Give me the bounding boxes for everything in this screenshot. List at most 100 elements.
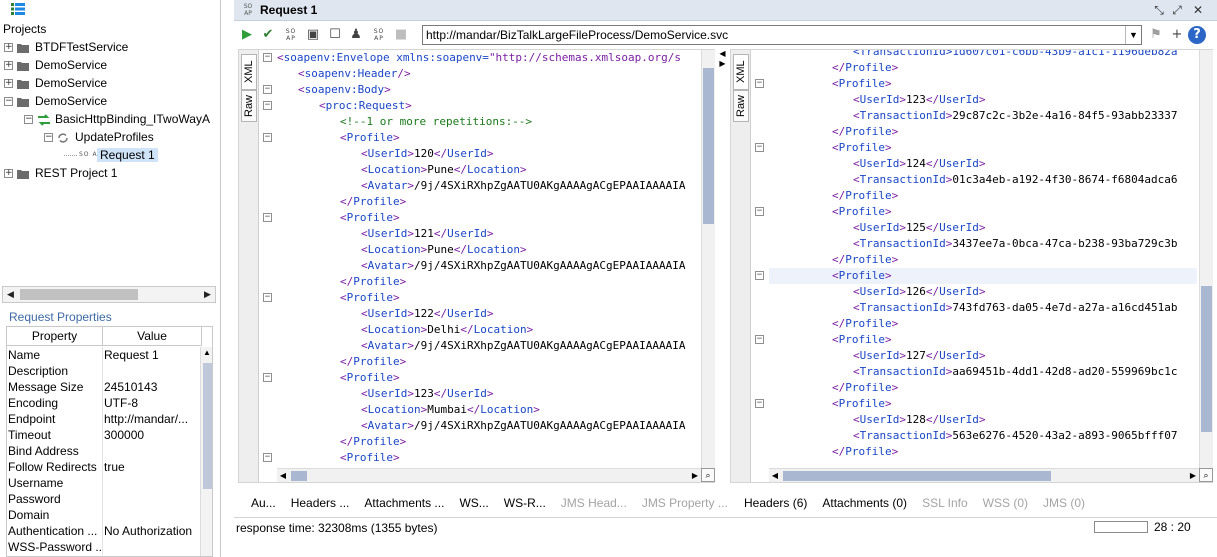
maximize-icon[interactable]: ⤢ bbox=[1169, 2, 1185, 18]
scroll-right-icon[interactable]: ▶ bbox=[689, 469, 701, 482]
bottom-tab[interactable]: WS-R... bbox=[504, 494, 546, 512]
fold-toggle-icon[interactable]: − bbox=[755, 399, 764, 408]
bottom-tab[interactable]: Attachments (0) bbox=[822, 494, 907, 512]
endpoint-url-field[interactable]: http://mandar/BizTalkLargeFileProcess/De… bbox=[422, 25, 1142, 45]
fold-toggle-icon[interactable]: − bbox=[263, 453, 272, 462]
validate-icon[interactable]: ✔ bbox=[259, 26, 277, 44]
tab-response-xml[interactable]: XML bbox=[733, 54, 749, 90]
fold-toggle-icon[interactable]: − bbox=[263, 373, 272, 382]
tree-node[interactable]: + DemoService bbox=[4, 74, 107, 92]
submit-request-icon[interactable]: ▶ bbox=[238, 26, 256, 44]
property-value[interactable] bbox=[103, 475, 198, 491]
property-row[interactable]: Password bbox=[7, 491, 198, 507]
property-row[interactable]: WSS-Password ... bbox=[7, 539, 198, 555]
collapse-icon[interactable]: − bbox=[24, 114, 33, 124]
property-value[interactable]: Request 1 bbox=[103, 347, 198, 363]
fold-toggle-icon[interactable]: − bbox=[263, 133, 272, 142]
property-value[interactable] bbox=[103, 491, 198, 507]
scroll-thumb[interactable] bbox=[20, 289, 138, 300]
add-wss-header-icon[interactable]: SO AP bbox=[282, 26, 300, 44]
property-row[interactable]: Message Size 24510143 bbox=[7, 379, 198, 395]
properties-vertical-scrollbar[interactable]: ▲ bbox=[200, 347, 212, 556]
property-row[interactable]: Authentication ... No Authorization bbox=[7, 523, 198, 539]
response-horizontal-scrollbar[interactable]: ◀ ▶ bbox=[769, 468, 1199, 482]
expand-icon[interactable]: + bbox=[4, 42, 13, 52]
collapse-icon[interactable]: − bbox=[4, 96, 13, 106]
tree-node[interactable]: − UpdateProfiles bbox=[44, 128, 154, 146]
tree-node[interactable]: − BasicHttpBinding_ITwoWayA bbox=[24, 110, 210, 128]
bottom-tab[interactable]: Headers ... bbox=[291, 494, 350, 512]
response-xml-editor[interactable]: <TransactionId>1d607c01-c6bb-43b9-a1c1-1… bbox=[769, 50, 1197, 468]
fold-toggle-icon[interactable]: − bbox=[263, 85, 272, 94]
fold-toggle-icon[interactable]: − bbox=[755, 271, 764, 280]
fold-toggle-icon[interactable]: − bbox=[755, 79, 764, 88]
scroll-right-icon[interactable]: ▶ bbox=[200, 287, 215, 302]
collapse-icon[interactable]: − bbox=[44, 132, 53, 142]
tab-request-raw[interactable]: Raw bbox=[241, 90, 257, 122]
property-row[interactable]: Username bbox=[7, 475, 198, 491]
bottom-tab[interactable]: Headers (6) bbox=[744, 494, 807, 512]
request-horizontal-scrollbar[interactable]: ◀ ▶ bbox=[277, 468, 701, 482]
property-column-header[interactable]: Property bbox=[7, 327, 103, 345]
property-row[interactable]: Domain bbox=[7, 507, 198, 523]
bottom-tab[interactable]: Au... bbox=[251, 494, 276, 512]
tab-response-raw[interactable]: Raw bbox=[733, 90, 749, 122]
fold-toggle-icon[interactable]: − bbox=[755, 335, 764, 344]
property-value[interactable]: 300000 bbox=[103, 427, 198, 443]
create-mock-icon[interactable]: SO AP bbox=[370, 26, 388, 44]
tree-node[interactable]: − DemoService bbox=[4, 92, 107, 110]
tree-node[interactable]: + REST Project 1 bbox=[4, 164, 117, 182]
scroll-thumb[interactable] bbox=[703, 68, 714, 224]
scroll-thumb[interactable] bbox=[291, 471, 307, 481]
panel-splitter[interactable]: ◀ ▶ bbox=[718, 49, 727, 69]
request-vertical-scrollbar[interactable] bbox=[701, 50, 715, 468]
tree-node[interactable]: + BTDFTestService bbox=[4, 38, 128, 56]
property-row[interactable]: Endpoint http://mandar/... bbox=[7, 411, 198, 427]
property-value[interactable]: UTF-8 bbox=[103, 395, 198, 411]
property-row[interactable]: Description bbox=[7, 363, 198, 379]
property-value[interactable]: 24510143 bbox=[103, 379, 198, 395]
scroll-left-icon[interactable]: ◀ bbox=[769, 469, 781, 482]
restore-icon[interactable]: ⤡ bbox=[1151, 2, 1167, 18]
bottom-tab[interactable]: WS... bbox=[459, 494, 488, 512]
tab-request-xml[interactable]: XML bbox=[241, 54, 257, 90]
property-row[interactable]: Bind Address bbox=[7, 443, 198, 459]
property-value[interactable]: No Authorization bbox=[103, 523, 198, 539]
property-value[interactable] bbox=[103, 507, 198, 523]
expand-icon[interactable]: + bbox=[4, 168, 13, 178]
property-value[interactable] bbox=[103, 363, 198, 379]
tree-node[interactable]: SO AP Request 1 bbox=[64, 146, 158, 164]
property-row[interactable]: Encoding UTF-8 bbox=[7, 395, 198, 411]
edit-endpoints-icon[interactable]: ⚑ bbox=[1147, 26, 1165, 44]
chevron-down-icon[interactable]: ▼ bbox=[1125, 26, 1141, 44]
tree-node[interactable]: + DemoService bbox=[4, 56, 107, 74]
fold-toggle-icon[interactable]: − bbox=[755, 143, 764, 152]
scroll-left-icon[interactable]: ◀ bbox=[3, 287, 18, 302]
fold-toggle-icon[interactable]: − bbox=[755, 207, 764, 216]
close-icon[interactable]: ✕ bbox=[1190, 2, 1206, 18]
property-value[interactable] bbox=[103, 443, 198, 459]
scroll-up-icon[interactable]: ▲ bbox=[201, 347, 212, 359]
fold-toggle-icon[interactable]: − bbox=[263, 101, 272, 110]
fold-toggle-icon[interactable]: − bbox=[263, 53, 272, 62]
scroll-thumb[interactable] bbox=[203, 363, 212, 489]
expand-icon[interactable]: + bbox=[4, 78, 13, 88]
help-icon[interactable]: ? bbox=[1188, 26, 1206, 44]
bottom-tab[interactable]: Attachments ... bbox=[364, 494, 444, 512]
property-value[interactable] bbox=[103, 539, 198, 555]
value-column-header[interactable]: Value bbox=[103, 327, 202, 345]
fold-toggle-icon[interactable]: − bbox=[263, 213, 272, 222]
request-xml-editor[interactable]: <soapenv:Envelope xmlns:soapenv="http://… bbox=[277, 50, 699, 468]
response-vertical-scrollbar[interactable] bbox=[1199, 50, 1213, 468]
list-view-icon[interactable] bbox=[11, 3, 25, 15]
zoom-icon[interactable]: ⌕ bbox=[1199, 468, 1213, 482]
scroll-right-icon[interactable]: ▶ bbox=[1187, 469, 1199, 482]
expand-icon[interactable]: + bbox=[4, 60, 13, 70]
property-row[interactable]: Timeout 300000 bbox=[7, 427, 198, 443]
fold-toggle-icon[interactable]: − bbox=[263, 293, 272, 302]
zoom-icon[interactable]: ⌕ bbox=[701, 468, 715, 482]
cancel-request-icon[interactable]: ☐ bbox=[326, 26, 344, 44]
create-test-case-icon[interactable]: ♟ bbox=[347, 26, 365, 44]
navigator-horizontal-scrollbar[interactable]: ◀ ▶ bbox=[2, 286, 216, 303]
format-xml-icon[interactable]: ▣ bbox=[304, 26, 322, 44]
